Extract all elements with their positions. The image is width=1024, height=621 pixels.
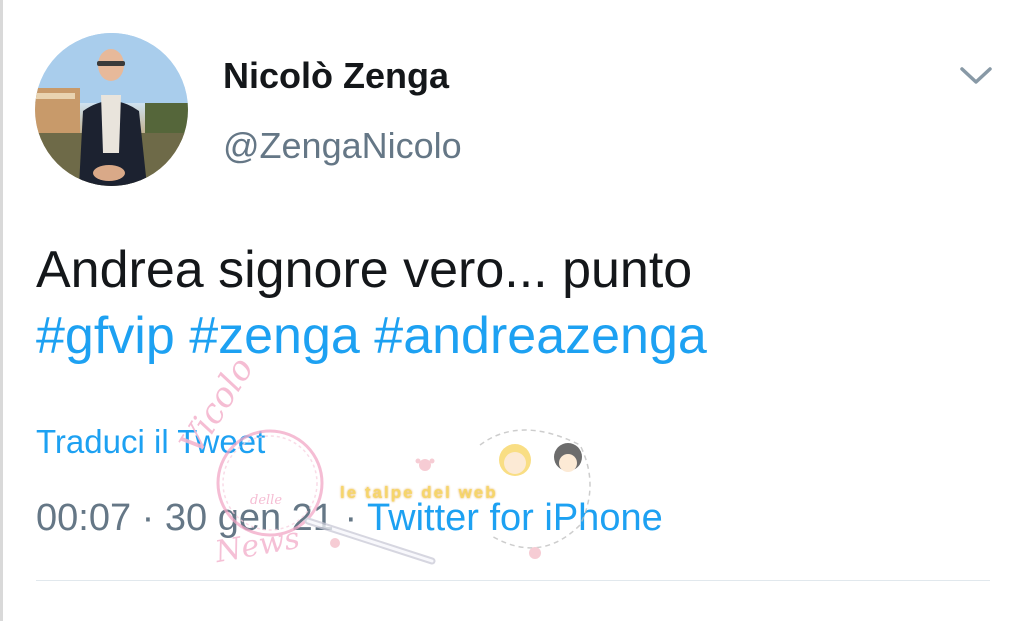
chevron-down-icon[interactable] [958, 62, 994, 88]
hashtag-andreazenga[interactable]: #andreazenga [374, 307, 707, 365]
meta-separator: · [141, 497, 155, 539]
translate-tweet-link[interactable]: Traduci il Tweet [36, 423, 265, 461]
tweet-text-line: Andrea signore vero... punto [36, 241, 693, 299]
left-border [0, 0, 3, 621]
meta-separator: · [344, 497, 358, 539]
hashtag-gfvip[interactable]: #gfvip [36, 307, 175, 365]
tweet-meta: 00:07 · 30 gen 21 · Twitter for iPhone [36, 497, 663, 540]
tweet-text: Andrea signore vero... punto #gfvip #zen… [36, 237, 996, 369]
tweet-time: 00:07 [36, 497, 132, 539]
hashtag-line: #gfvip #zenga #andreazenga [36, 303, 996, 369]
watermark-small-text: delle [250, 493, 283, 508]
avatar[interactable] [35, 33, 188, 186]
tweet-source-link[interactable]: Twitter for iPhone [367, 497, 663, 539]
avatar-photo [35, 33, 188, 186]
hashtag-zenga[interactable]: #zenga [189, 307, 360, 365]
divider [36, 580, 990, 581]
author-handle[interactable]: @ZengaNicolo [223, 125, 462, 167]
author-display-name[interactable]: Nicolò Zenga [223, 55, 449, 97]
watermark-band-text: le talpe del web [340, 483, 498, 502]
